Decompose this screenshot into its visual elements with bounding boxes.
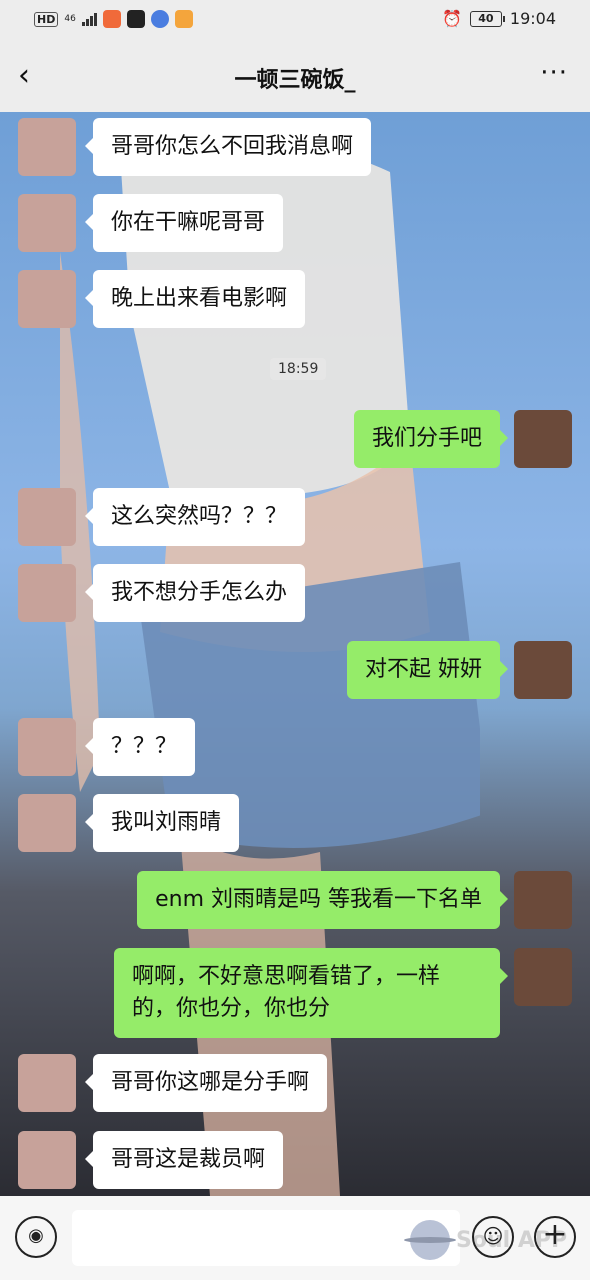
clock: 19:04	[509, 9, 556, 28]
chat-area[interactable]: 哥哥你怎么不回我消息啊 你在干嘛呢哥哥 晚上出来看电影啊 18:59 我们分手吧…	[0, 112, 590, 1196]
voice-icon[interactable]: ◉	[15, 1216, 57, 1258]
music-icon	[150, 10, 169, 28]
planet-icon	[404, 1220, 456, 1260]
message-bubble[interactable]: ？？？	[84, 718, 196, 776]
status-left: HD 46	[34, 10, 193, 28]
input-bar: ◉ Soul APP ☺ +	[0, 1196, 590, 1280]
avatar[interactable]	[514, 641, 572, 699]
avatar[interactable]	[18, 718, 76, 776]
message-bubble[interactable]: 我们分手吧	[353, 410, 509, 468]
soul-app-icon	[126, 10, 145, 28]
avatar[interactable]	[18, 194, 76, 252]
message-bubble[interactable]: 我不想分手怎么办	[84, 564, 306, 622]
message-bubble[interactable]: 我叫刘雨晴	[84, 794, 240, 852]
chat-header: ‹ 一顿三碗饭_ ···	[0, 42, 590, 112]
message-input[interactable]	[72, 1210, 460, 1266]
message-bubble[interactable]: 对不起 妍妍	[347, 641, 508, 699]
battery-icon: 40	[469, 10, 505, 27]
status-right: ⏰ 40 19:04	[442, 9, 556, 28]
message-bubble[interactable]: 哥哥这是裁员啊	[84, 1131, 284, 1189]
avatar[interactable]	[514, 948, 572, 1006]
avatar[interactable]	[18, 564, 76, 622]
status-bar: HD 46 ⏰ 40 19:04	[0, 0, 590, 42]
avatar[interactable]	[514, 410, 572, 468]
chat-title: 一顿三碗饭_	[234, 68, 356, 93]
network-type: 46	[64, 14, 76, 24]
avatar[interactable]	[18, 794, 76, 852]
avatar[interactable]	[514, 871, 572, 929]
message-bubble[interactable]: 啊啊，不好意思啊看错了，一样的，你也分，你也分	[114, 948, 508, 1038]
more-icon[interactable]: ···	[540, 58, 568, 88]
message-bubble[interactable]: enm 刘雨晴是吗 等我看一下名单	[137, 871, 508, 929]
app-badge-icon	[102, 10, 121, 28]
avatar[interactable]	[18, 488, 76, 546]
message-bubble[interactable]: 晚上出来看电影啊	[84, 270, 306, 328]
avatar[interactable]	[18, 1054, 76, 1112]
alarm-icon: ⏰	[441, 9, 462, 28]
message-bubble[interactable]: 这么突然吗？？？	[84, 488, 306, 546]
avatar[interactable]	[18, 118, 76, 176]
signal-icon	[81, 12, 97, 26]
plus-icon[interactable]: +	[534, 1216, 576, 1258]
message-bubble[interactable]: 哥哥你怎么不回我消息啊	[84, 118, 372, 176]
hd-icon: HD	[34, 11, 59, 27]
timestamp: 18:59	[270, 358, 327, 380]
message-bubble[interactable]: 哥哥你这哪是分手啊	[84, 1054, 328, 1112]
message-bubble[interactable]: 你在干嘛呢哥哥	[84, 194, 284, 252]
avatar[interactable]	[18, 270, 76, 328]
avatar[interactable]	[18, 1131, 76, 1189]
emoji-icon[interactable]: ☺	[472, 1216, 514, 1258]
heart-app-icon	[174, 10, 193, 28]
